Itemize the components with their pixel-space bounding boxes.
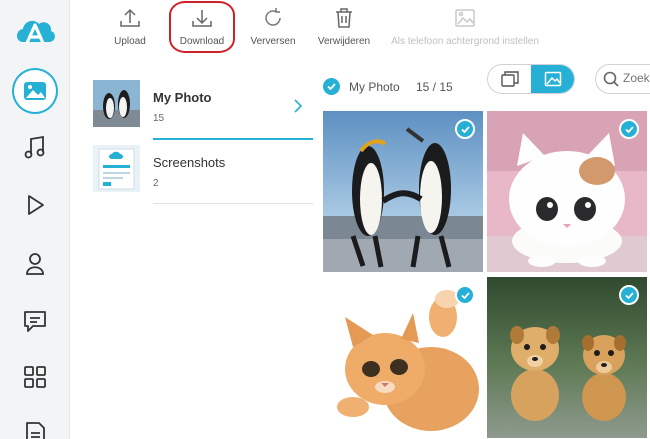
checkmark-icon — [327, 83, 336, 91]
view-toggle — [487, 64, 575, 94]
nav-apps[interactable] — [12, 354, 58, 400]
nav-video[interactable] — [12, 182, 58, 228]
selection-count: 15 / 15 — [416, 80, 453, 94]
checkmark-icon — [624, 291, 634, 299]
album-view-button[interactable] — [488, 65, 531, 93]
video-icon — [28, 195, 44, 215]
nav-messages[interactable] — [12, 298, 58, 344]
nav-contacts[interactable] — [12, 241, 58, 287]
album-thumbnail — [93, 80, 140, 127]
search-box — [595, 64, 650, 94]
nav-music[interactable] — [12, 125, 58, 171]
photo-checkbox[interactable] — [619, 119, 639, 139]
files-icon — [26, 422, 45, 439]
photo-tile-penguins[interactable] — [323, 111, 483, 272]
grid-view-button[interactable] — [531, 65, 574, 93]
toolbar: Upload Download Verversen Verwijderen Al… — [70, 0, 650, 62]
delete-label: Verwijderen — [317, 36, 371, 47]
checkmark-icon — [460, 125, 470, 133]
photo-checkbox[interactable] — [455, 119, 475, 139]
album-count: 2 — [153, 178, 159, 189]
refresh-button[interactable]: Verversen — [245, 6, 301, 54]
stack-icon — [500, 71, 519, 87]
chevron-right-icon — [294, 99, 303, 113]
photos-icon — [24, 82, 46, 100]
download-highlight-ring — [169, 1, 235, 53]
refresh-icon — [265, 8, 281, 26]
messages-icon — [24, 311, 46, 332]
upload-icon — [120, 8, 140, 27]
nav-photos[interactable] — [12, 68, 58, 114]
photo-panel-header: My Photo 15 / 15 — [320, 62, 650, 108]
photo-checkbox[interactable] — [619, 285, 639, 305]
album-thumbnail — [93, 145, 140, 192]
album-item-my-photo[interactable]: My Photo 15 — [93, 80, 315, 140]
photo-checkbox[interactable] — [455, 285, 475, 305]
set-wallpaper-label: Als telefoon achtergrond instellen — [391, 36, 539, 47]
photo-tile-orange-kitten[interactable] — [323, 277, 483, 438]
upload-label: Upload — [114, 36, 146, 47]
search-input[interactable] — [623, 71, 650, 85]
image-icon — [544, 71, 561, 87]
search-icon — [603, 71, 619, 87]
checkmark-icon — [624, 125, 634, 133]
trash-icon — [336, 8, 352, 28]
nav-rail — [0, 0, 70, 439]
photo-tile-white-kitten[interactable] — [487, 111, 647, 272]
delete-button[interactable]: Verwijderen — [313, 6, 375, 54]
app-logo-icon — [17, 20, 55, 44]
refresh-label: Verversen — [250, 36, 296, 47]
checkmark-icon — [460, 291, 470, 299]
photo-tile-puppies[interactable] — [487, 277, 647, 438]
album-list: My Photo 15 Screenshots 2 — [70, 62, 320, 439]
nav-files[interactable] — [12, 410, 58, 439]
photo-panel: My Photo 15 / 15 — [320, 62, 650, 439]
album-name: My Photo — [153, 90, 212, 105]
album-divider — [153, 138, 313, 140]
wallpaper-icon — [455, 9, 475, 27]
current-album-title: My Photo — [349, 80, 400, 94]
apps-icon — [24, 366, 46, 388]
app-window: Upload Download Verversen Verwijderen Al… — [0, 0, 650, 439]
contacts-icon — [26, 253, 44, 275]
select-all-checkbox[interactable] — [323, 78, 340, 95]
album-name: Screenshots — [153, 155, 226, 170]
music-icon — [24, 135, 45, 159]
album-divider — [153, 203, 313, 204]
set-wallpaper-button[interactable]: Als telefoon achtergrond instellen — [384, 6, 546, 54]
upload-button[interactable]: Upload — [110, 6, 150, 54]
album-count: 15 — [153, 113, 165, 124]
album-item-screenshots[interactable]: Screenshots 2 — [93, 145, 315, 205]
